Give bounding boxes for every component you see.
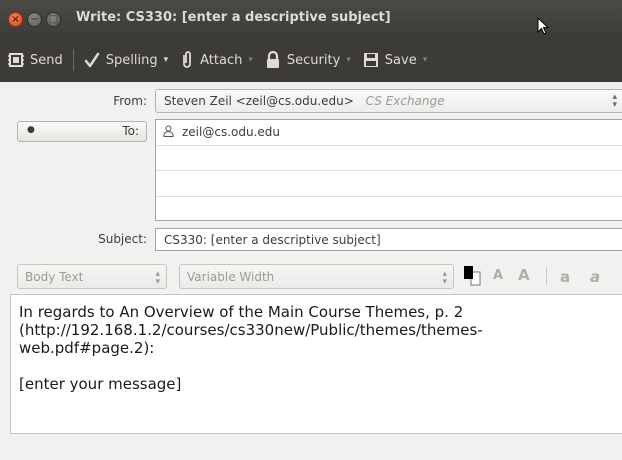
save-dropdown-icon[interactable]: ▾	[423, 55, 428, 65]
spinner-arrows-icon: ▴ ▾	[612, 92, 617, 110]
italic-icon[interactable]: a	[590, 268, 600, 286]
spelling-dropdown-icon[interactable]: ▾	[164, 55, 169, 65]
spelling-label: Spelling	[105, 52, 158, 68]
to-label: To:	[122, 124, 139, 138]
attach-label: Attach	[200, 52, 243, 68]
from-account-name: CS Exchange	[365, 94, 445, 108]
spinner-arrows-icon: ▴ ▾	[155, 269, 160, 287]
recipient-row-empty[interactable]	[156, 146, 622, 171]
person-icon	[163, 125, 174, 140]
spinner-arrows-icon: ▴ ▾	[442, 269, 447, 287]
spelling-check-icon	[84, 52, 100, 68]
bullet-icon: ●	[27, 125, 35, 135]
window-title: Write: CS330: [enter a descriptive subje…	[76, 10, 391, 25]
mouse-pointer-icon	[537, 17, 549, 35]
send-icon	[8, 52, 24, 68]
paragraph-style-select[interactable]: Body Text ▴ ▾	[17, 264, 167, 289]
from-identity: Steven Zeil <zeil@cs.odu.edu>	[164, 94, 354, 108]
address-type-dropdown[interactable]: ● To:	[17, 121, 147, 142]
spelling-button[interactable]: Spelling ▾	[84, 38, 168, 82]
minimize-icon: −	[30, 14, 39, 25]
body-line: (http://192.168.1.2/courses/cs330new/Pub…	[19, 321, 483, 339]
font-value: Variable Width	[187, 270, 275, 284]
minimize-window-button[interactable]: −	[27, 12, 42, 27]
font-larger-icon[interactable]: A	[518, 266, 530, 284]
save-button[interactable]: Save ▾	[363, 38, 427, 82]
compose-header: From: Steven Zeil <zeil@cs.odu.edu> CS E…	[0, 82, 622, 254]
format-divider	[546, 267, 547, 285]
security-label: Security	[286, 52, 341, 68]
message-body-editor[interactable]: In regards to An Overview of the Main Co…	[10, 294, 622, 434]
window-controls: × − □	[8, 12, 61, 27]
recipient-row[interactable]: zeil@cs.odu.edu	[156, 120, 622, 146]
subject-input[interactable]: CS330: [enter a descriptive subject]	[155, 228, 622, 251]
toolbar-divider	[72, 49, 74, 71]
subject-label: Subject:	[98, 232, 147, 246]
save-label: Save	[384, 52, 417, 68]
maximize-icon: □	[48, 14, 59, 25]
compose-toolbar: Send Spelling ▾ Attach ▾ Security ▾ Save…	[0, 38, 622, 82]
font-smaller-icon[interactable]: A	[493, 268, 503, 283]
recipient-row-empty[interactable]	[156, 197, 622, 223]
from-label: From:	[113, 94, 147, 108]
send-label: Send	[30, 52, 63, 68]
send-button[interactable]: Send	[8, 38, 63, 82]
floppy-disk-icon	[363, 52, 379, 68]
formatting-toolbar: Body Text ▴ ▾ Variable Width ▴ ▾ A A a a	[0, 258, 622, 294]
text-color-picker[interactable]	[462, 265, 481, 287]
security-dropdown-icon[interactable]: ▾	[346, 55, 351, 65]
body-line: In regards to An Overview of the Main Co…	[19, 303, 464, 321]
body-line: [enter your message]	[19, 375, 182, 393]
bold-icon[interactable]: a	[560, 268, 570, 286]
paperclip-icon	[180, 51, 194, 69]
close-icon: ×	[11, 14, 20, 25]
body-blank-line	[19, 357, 614, 375]
from-selector[interactable]: Steven Zeil <zeil@cs.odu.edu> CS Exchang…	[155, 89, 622, 113]
paragraph-style-value: Body Text	[25, 270, 84, 284]
security-button[interactable]: Security ▾	[265, 38, 351, 82]
recipient-address: zeil@cs.odu.edu	[182, 125, 280, 139]
close-window-button[interactable]: ×	[8, 12, 23, 27]
maximize-window-button[interactable]: □	[46, 12, 61, 27]
font-select[interactable]: Variable Width ▴ ▾	[179, 264, 454, 289]
attach-button[interactable]: Attach ▾	[180, 38, 253, 82]
window-titlebar: × − □ Write: CS330: [enter a descriptive…	[0, 0, 622, 38]
lock-icon	[265, 51, 281, 69]
body-line: web.pdf#page.2):	[19, 339, 155, 357]
status-bar	[0, 434, 622, 460]
attach-dropdown-icon[interactable]: ▾	[248, 55, 253, 65]
recipient-row-empty[interactable]	[156, 171, 622, 197]
recipient-list[interactable]: zeil@cs.odu.edu	[155, 119, 622, 221]
